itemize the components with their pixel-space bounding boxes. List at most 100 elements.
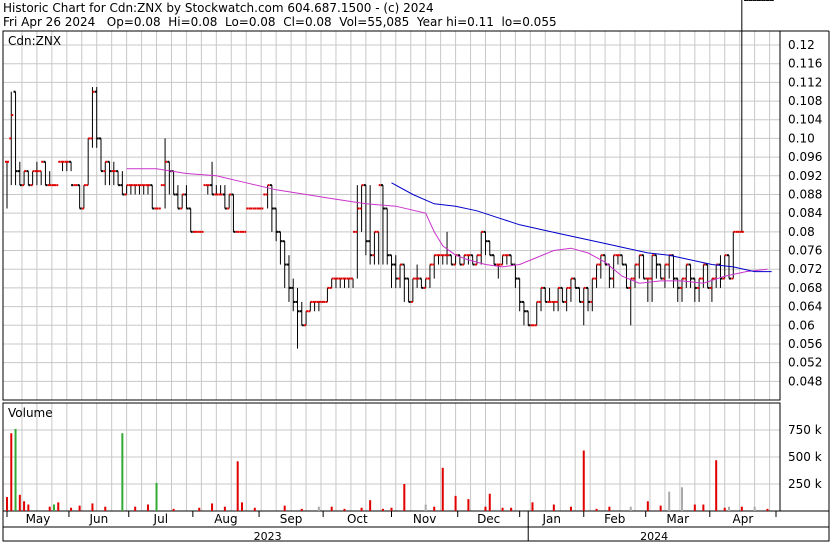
price-panel-frame [2,30,781,401]
volume-tick-label: 500 k [788,450,822,464]
month-label: Jun [88,512,108,526]
volume-bar [659,505,662,511]
price-tick-label: 0.096 [788,150,822,164]
month-label: May [26,512,51,526]
price-volume-chart: 0.12 0.116 0.112 0.108 0.104 0.10 0.096 0.092 0.… [2,0,830,543]
volume-bar [146,504,149,511]
volume-bar [91,503,94,511]
volume-bar [753,506,756,511]
volume-bar [740,506,743,511]
volume-bar [454,495,457,511]
volume-bar [646,501,649,511]
volume-bar [531,502,534,511]
volume-bar [70,507,73,511]
month-label: Aug [214,512,237,526]
month-label: Nov [413,512,436,526]
chart-root: Historic Chart for Cdn:ZNX by Stockwatch… [0,0,830,543]
volume-bar [155,482,158,511]
price-tick-label: 0.112 [788,75,822,89]
volume-bar [27,504,30,511]
month-label: Jul [153,512,168,526]
volume-bar [134,506,137,511]
price-tick-label: 0.072 [788,262,822,276]
price-tick-label: 0.064 [788,300,822,314]
volume-bar [104,506,107,511]
price-tick-label: 0.10 [788,131,815,145]
price-tick-label: 0.088 [788,187,822,201]
volume-bar [501,507,504,511]
moving-average-line [391,182,772,273]
volume-bar [23,501,26,511]
volume-bar [715,460,718,511]
volume-bar [668,491,671,511]
volume-bar [403,484,406,511]
symbol-label: Cdn:ZNX [8,34,61,48]
ohlc-series [5,0,774,349]
volume-bar [369,500,372,511]
volume-bar [693,504,696,511]
volume-tick-label: 750 k [788,423,822,437]
year-label: 2023 [254,530,282,543]
volume-bar [6,496,8,511]
moving-average-line [126,168,768,284]
volume-bar [57,502,60,511]
volume-bar [433,506,436,511]
price-tick-label: 0.116 [788,57,822,71]
volume-bar [488,493,491,511]
volume-bar [317,506,320,511]
price-tick-label: 0.06 [788,318,815,332]
month-label: Mar [666,512,689,526]
month-label: Jan [541,512,561,526]
volume-bar [595,508,598,511]
year-label: 2024 [640,530,668,543]
volume-bar [381,508,384,511]
volume-bar [629,506,632,511]
volume-tick-label: 250 k [788,477,822,491]
price-tick-label: 0.052 [788,356,822,370]
volume-bar [18,494,21,511]
price-tick-label: 0.12 [788,38,815,52]
month-label: Dec [477,512,500,526]
volume-bar [484,506,487,511]
volume-bar [236,461,239,511]
price-tick-label: 0.048 [788,374,822,388]
volume-bar [360,507,363,511]
price-tick-label: 0.092 [788,169,822,183]
volume-bar [283,505,286,511]
volume-bar [14,428,17,511]
volume-bar [728,506,731,511]
volume-bar [253,507,256,511]
volume-bar [121,433,124,511]
volume-bar [467,499,470,511]
moving-averages [126,168,772,284]
volume-bar [10,433,13,511]
price-tick-label: 0.056 [788,337,822,351]
volume-bar [441,467,444,511]
volume-bar [424,504,427,511]
axis-labels: 0.12 0.116 0.112 0.108 0.104 0.10 0.096 0.092 0.… [6,34,822,543]
volume-title: Volume [8,406,53,420]
price-tick-label: 0.076 [788,244,822,258]
volume-bar [240,502,243,511]
month-label: Feb [604,512,625,526]
volume-bar [48,506,51,511]
volume-bar [723,507,726,511]
month-label: Apr [733,512,754,526]
volume-bar [172,508,175,511]
volume-bar [52,504,55,511]
volume-bar [766,508,769,511]
price-tick-label: 0.108 [788,94,822,108]
volume-bar [343,508,346,511]
volume-bar [211,503,214,511]
month-label: Oct [347,512,368,526]
volume-bar [78,505,81,511]
price-tick-label: 0.104 [788,113,822,127]
month-label: Sep [280,512,303,526]
volume-bar [702,504,705,511]
volume-bar [510,507,513,511]
volume-bar [223,506,226,511]
volume-bar [330,506,333,511]
volume-bar [552,504,555,511]
price-tick-label: 0.08 [788,225,815,239]
price-tick-label: 0.084 [788,206,822,220]
